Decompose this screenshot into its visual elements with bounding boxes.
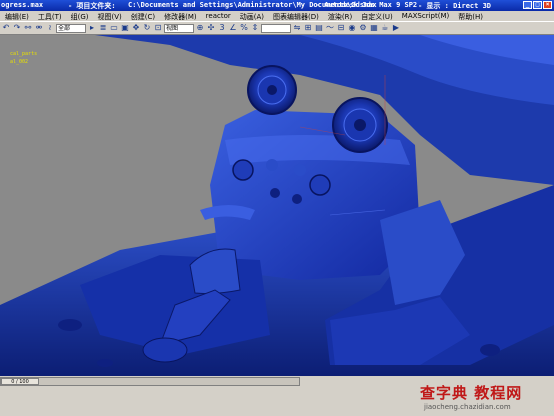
curve-editor-icon[interactable]: 〜 <box>325 23 335 33</box>
menu-group[interactable]: 组(G) <box>66 11 93 21</box>
layer-icon[interactable]: ▤ <box>314 23 324 33</box>
viewport-label-1: cal_parts <box>10 51 38 57</box>
material-editor-icon[interactable]: ◉ <box>347 23 357 33</box>
select-icon[interactable]: ▸ <box>87 23 97 33</box>
undo-icon[interactable]: ↶ <box>1 23 11 33</box>
align-icon[interactable]: ⊞ <box>303 23 313 33</box>
render-frame-icon[interactable]: ▦ <box>369 23 379 33</box>
schematic-icon[interactable]: ⊟ <box>336 23 346 33</box>
redo-icon[interactable]: ↷ <box>12 23 22 33</box>
pivot-icon[interactable]: ⊕ <box>195 23 205 33</box>
quick-render-icon[interactable]: ☕ <box>380 23 390 33</box>
viewport-label-2: al_002 <box>10 59 29 65</box>
named-selection-dropdown[interactable] <box>261 23 291 33</box>
menu-create[interactable]: 创建(C) <box>126 11 159 21</box>
menu-reactor[interactable]: reactor <box>201 11 235 21</box>
mirror-icon[interactable]: ⇋ <box>292 23 302 33</box>
watermark-logo: 查字典 教程网 <box>420 384 523 402</box>
snap-icon[interactable]: 3 <box>217 23 227 33</box>
menu-customize[interactable]: 自定义(U) <box>356 11 397 21</box>
link-icon[interactable]: ⚯ <box>23 23 33 33</box>
move-icon[interactable]: ✥ <box>131 23 141 33</box>
render-last-icon[interactable]: ▶ <box>391 23 401 33</box>
bind-icon[interactable]: ≀ <box>45 23 55 33</box>
title-bar: ogress.max - 项目文件夹: C:\Documents and Set… <box>0 0 554 11</box>
selection-filter-dropdown[interactable]: 全部 <box>56 23 86 33</box>
scale-icon[interactable]: ⊡ <box>153 23 163 33</box>
time-slider-thumb[interactable]: 0 / 100 <box>1 378 39 385</box>
perspective-viewport[interactable]: cal_parts al_002 <box>0 35 554 376</box>
menu-rendering[interactable]: 渲染(R) <box>323 11 356 21</box>
display-driver: - 显示 : Direct 3D <box>418 2 492 10</box>
project-prefix: - 项目文件夹: <box>68 2 116 10</box>
angle-snap-icon[interactable]: ∠ <box>228 23 238 33</box>
spinner-snap-icon[interactable]: ⇕ <box>250 23 260 33</box>
close-icon[interactable]: × <box>543 1 552 9</box>
reference-coord-dropdown[interactable]: 视图 <box>164 23 194 33</box>
watermark-url: jiaocheng.chazidian.com <box>424 403 511 411</box>
main-toolbar: ↶ ↷ ⚯ ⚮ ≀ 全部 ▸ ≣ ▭ ▣ ✥ ↻ ⊡ 视图 ⊕ ✣ 3 ∠ % … <box>0 21 554 35</box>
unlink-icon[interactable]: ⚮ <box>34 23 44 33</box>
menu-graph-editors[interactable]: 图表编辑器(D) <box>268 11 323 21</box>
time-slider[interactable]: 0 / 100 <box>0 377 300 386</box>
maximize-icon[interactable]: □ <box>533 1 542 9</box>
minimize-icon[interactable]: _ <box>523 1 532 9</box>
menu-animation[interactable]: 动画(A) <box>235 11 268 21</box>
select-by-name-icon[interactable]: ≣ <box>98 23 108 33</box>
window-filename: ogress.max <box>1 1 44 9</box>
rotate-icon[interactable]: ↻ <box>142 23 152 33</box>
app-name: - Autodesk 3ds Max 9 SP2 <box>316 1 418 9</box>
rect-select-icon[interactable]: ▭ <box>109 23 119 33</box>
dashboard-model <box>0 35 554 376</box>
manipulate-icon[interactable]: ✣ <box>206 23 216 33</box>
menu-modifiers[interactable]: 修改器(M) <box>159 11 201 21</box>
menu-help[interactable]: 帮助(H) <box>453 11 487 21</box>
menu-tools[interactable]: 工具(T) <box>33 11 66 21</box>
window-cross-icon[interactable]: ▣ <box>120 23 130 33</box>
menu-views[interactable]: 视图(V) <box>93 11 126 21</box>
menu-maxscript[interactable]: MAXScript(M) <box>397 11 453 21</box>
menu-bar: 编辑(E) 工具(T) 组(G) 视图(V) 创建(C) 修改器(M) reac… <box>0 11 554 21</box>
render-setup-icon[interactable]: ⚙ <box>358 23 368 33</box>
percent-snap-icon[interactable]: % <box>239 23 249 33</box>
menu-edit[interactable]: 编辑(E) <box>0 11 33 21</box>
